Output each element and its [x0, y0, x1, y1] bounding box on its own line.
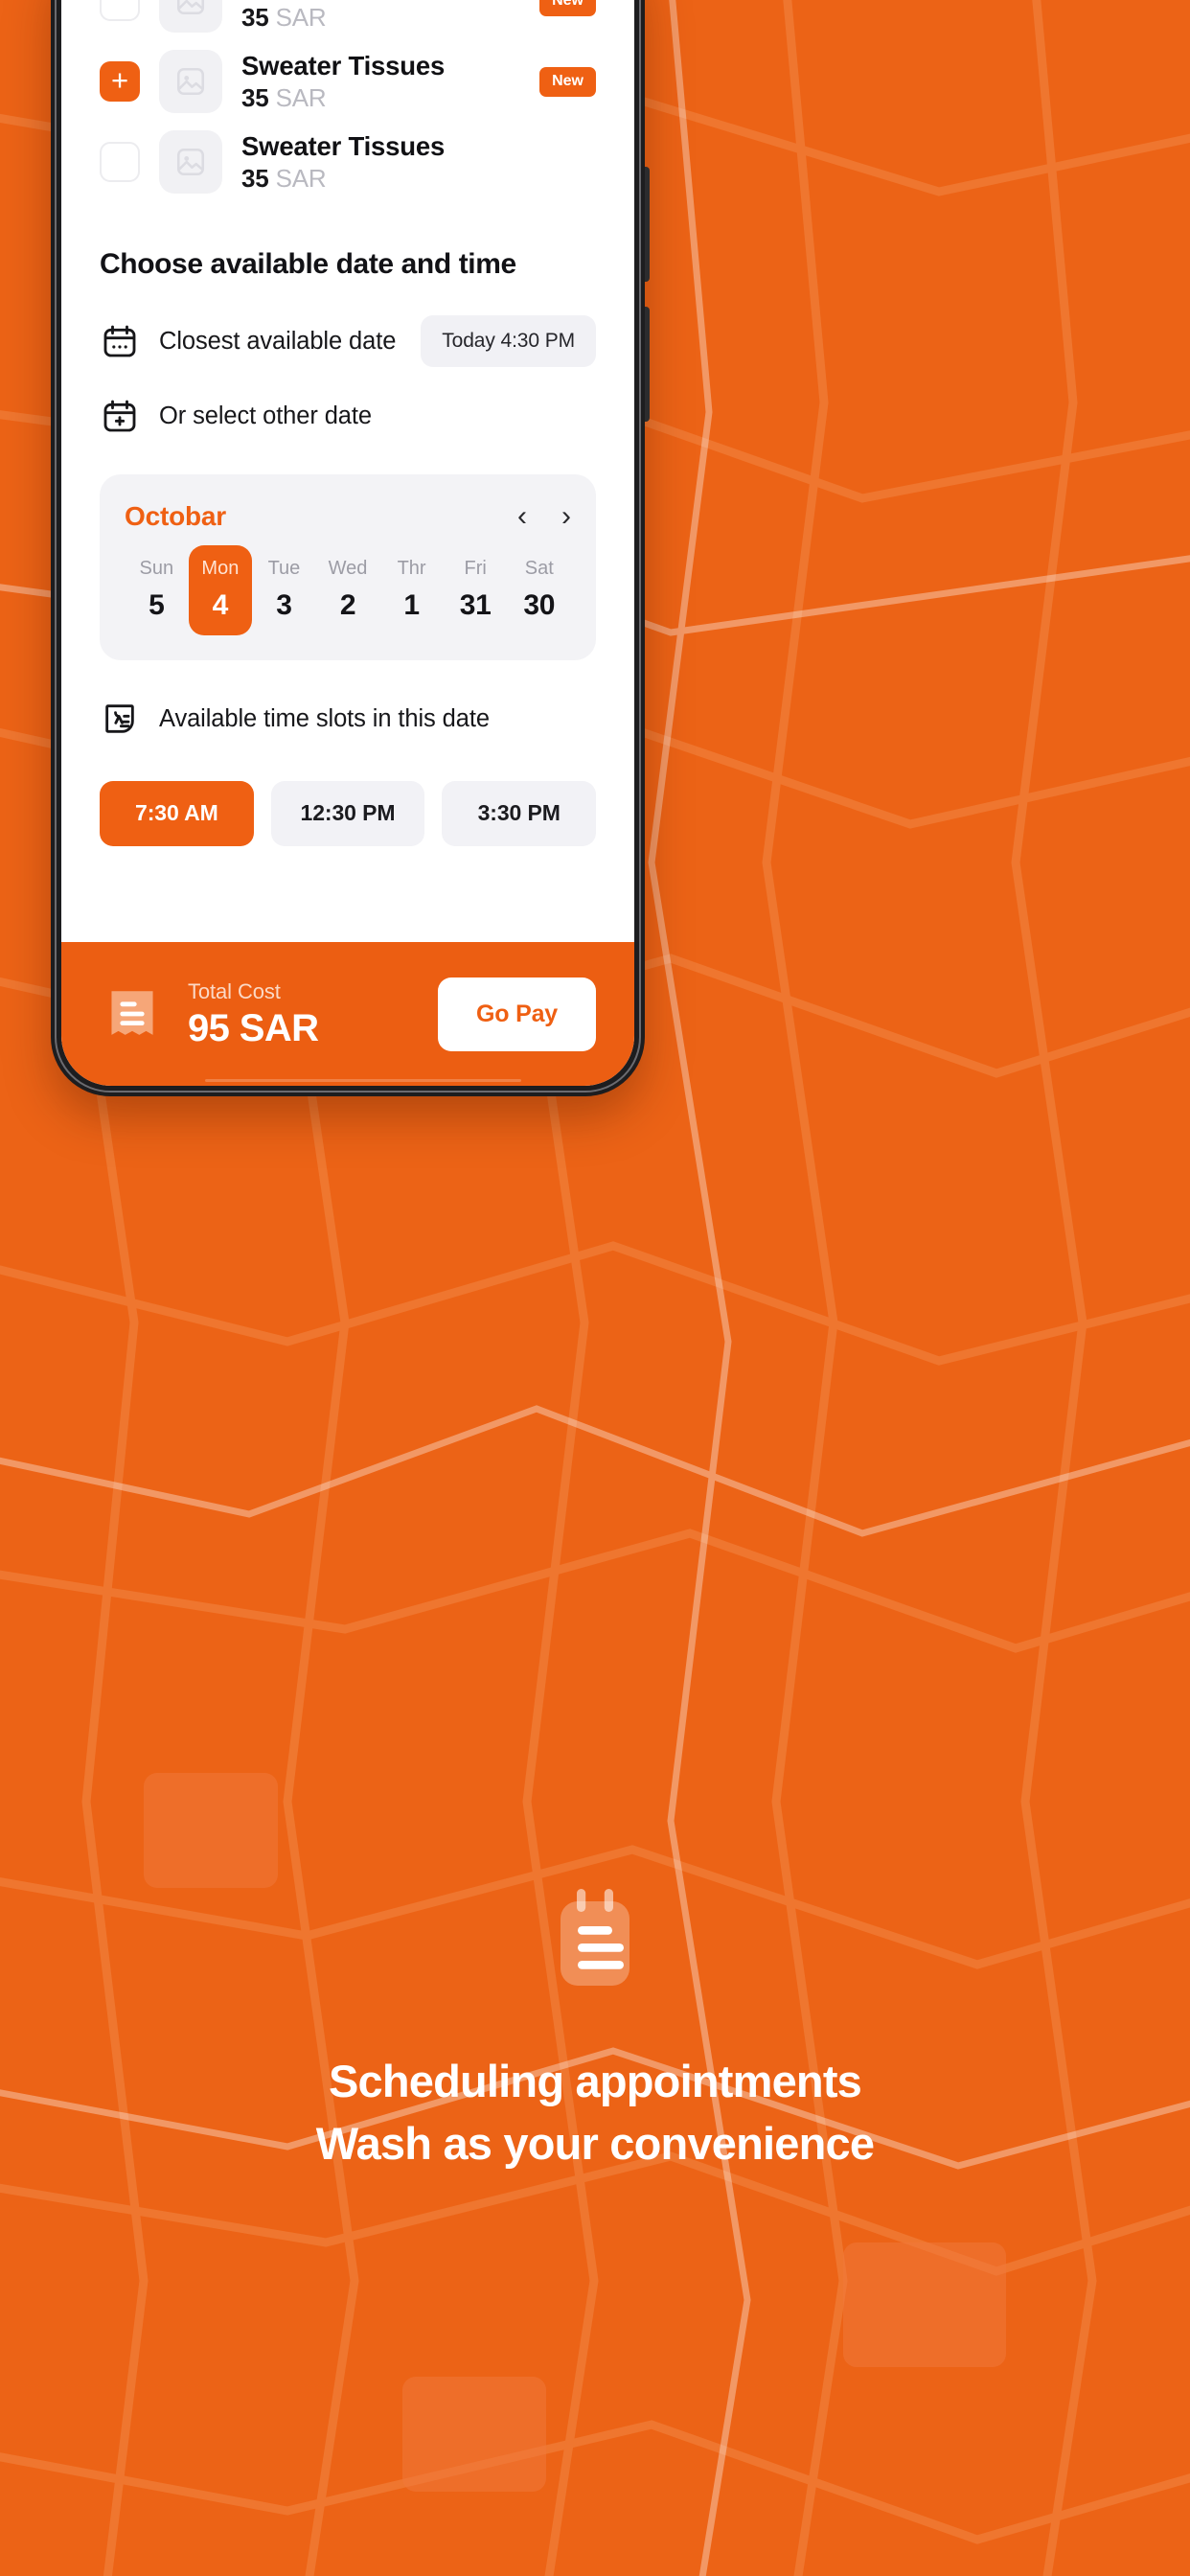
item-add-checkbox[interactable] [100, 61, 140, 102]
home-indicator [205, 1079, 521, 1082]
calendar-day-cell[interactable]: Fri 31 [444, 545, 508, 635]
promo-line-1: Scheduling appointments [328, 2056, 862, 2106]
go-pay-button[interactable]: Go Pay [438, 977, 596, 1051]
table-row[interactable]: Sweater Tissues 35 SAR [100, 122, 596, 202]
day-number: 1 [403, 589, 420, 621]
total-cost-value: 95 SAR [188, 1007, 319, 1049]
day-number: 4 [212, 589, 229, 621]
time-slot-option[interactable]: 7:30 AM [100, 781, 254, 846]
closest-date-label: Closest available date [159, 327, 397, 355]
time-slots-label: Available time slots in this date [159, 704, 490, 732]
table-row[interactable]: Sweater Tissues 35 SAR New [100, 41, 596, 122]
table-row[interactable]: Sweater Tissues 35 SAR New [100, 0, 596, 41]
calendar-header: Octobar ‹ › [125, 501, 571, 532]
time-slot-list: 7:30 AM 12:30 PM 3:30 PM [100, 781, 597, 846]
total-cost-label: Total Cost [188, 979, 281, 1003]
calendar-day-cell-selected[interactable]: Mon 4 [188, 545, 253, 635]
calendar-day-cell[interactable]: Thr 1 [379, 545, 444, 635]
image-placeholder-icon [176, 67, 205, 96]
receipt-icon [100, 981, 165, 1046]
day-of-week: Fri [464, 558, 487, 579]
phone-mockup: 35 SAR Swe [51, 0, 650, 1096]
checkout-bar: Total Cost 95 SAR Go Pay [61, 942, 634, 1086]
other-date-label: Or select other date [159, 402, 372, 429]
chevron-left-icon[interactable]: ‹ [517, 502, 527, 531]
date-picker[interactable]: Octobar ‹ › Sun 5 Mon 4 Tue 3 Wed 2 Thr … [100, 474, 596, 660]
image-placeholder-icon [176, 148, 205, 176]
item-add-checkbox[interactable] [100, 142, 140, 182]
day-of-week: Thr [397, 558, 426, 579]
day-number: 2 [339, 589, 356, 621]
status-badge: New [539, 0, 596, 16]
item-name: Sweater Tissues [241, 0, 520, 1]
calendar-day-cell[interactable]: Wed 2 [316, 545, 380, 635]
image-placeholder-icon [176, 0, 205, 15]
day-of-week: Tue [267, 558, 301, 579]
screenshot-root: 35 SAR Swe [0, 0, 1190, 2576]
calendar-day-cell[interactable]: Sun 5 [125, 545, 189, 635]
volume-down-button[interactable] [645, 307, 650, 422]
item-price: 35 SAR [241, 164, 327, 194]
time-slots-row: Available time slots in this date [100, 681, 596, 756]
time-slot-option[interactable]: 3:30 PM [442, 781, 597, 846]
order-scroll-area[interactable]: 35 SAR Swe [61, 0, 634, 942]
notes-glyph [561, 1889, 629, 1986]
item-name: Sweater Tissues [241, 130, 446, 161]
closest-date-value[interactable]: Today 4:30 PM [421, 315, 596, 367]
status-badge: New [539, 66, 596, 97]
volume-up-button[interactable] [645, 167, 650, 282]
chevron-right-icon[interactable]: › [561, 502, 571, 531]
day-number: 31 [459, 589, 492, 621]
calendar-dots-icon [100, 321, 140, 361]
receipt-glyph [111, 991, 153, 1035]
item-price: 35 SAR [241, 3, 327, 33]
day-of-week: Mon [201, 558, 240, 579]
phone-screen: 35 SAR Swe [61, 0, 634, 1086]
promo-line-2: Wash as your convenience [315, 2117, 875, 2169]
other-date-row[interactable]: Or select other date [100, 379, 596, 453]
calendar-day-cell[interactable]: Sat 30 [507, 545, 571, 635]
day-number: 30 [523, 589, 556, 621]
item-thumbnail [159, 0, 222, 33]
item-thumbnail [159, 130, 222, 194]
total-cost-block: Total Cost 95 SAR [188, 979, 415, 1048]
item-add-checkbox[interactable] [100, 0, 140, 21]
day-of-week: Sat [524, 558, 554, 579]
schedule-note-icon [100, 699, 140, 739]
calendar-day-strip: Sun 5 Mon 4 Tue 3 Wed 2 Thr 1 Fri 31 Sat… [125, 545, 571, 635]
day-number: 5 [149, 589, 165, 621]
calendar-nav: ‹ › [517, 502, 571, 531]
day-of-week: Sun [139, 558, 174, 579]
calendar-plus-icon [100, 396, 140, 436]
promo-section: Scheduling appointments Wash as your con… [0, 1878, 1190, 2175]
page-title: Choose available date and time [100, 248, 516, 280]
item-price: 35 SAR [241, 83, 327, 113]
time-slot-option[interactable]: 12:30 PM [270, 781, 425, 846]
calendar-month-label: Octobar [125, 501, 226, 531]
item-thumbnail [159, 50, 222, 113]
notes-icon [534, 1878, 656, 2001]
calendar-day-cell[interactable]: Tue 3 [252, 545, 316, 635]
closest-date-row[interactable]: Closest available date Today 4:30 PM [100, 304, 596, 379]
day-number: 3 [276, 589, 292, 621]
day-of-week: Wed [328, 558, 368, 579]
item-name: Sweater Tissues [241, 50, 446, 80]
